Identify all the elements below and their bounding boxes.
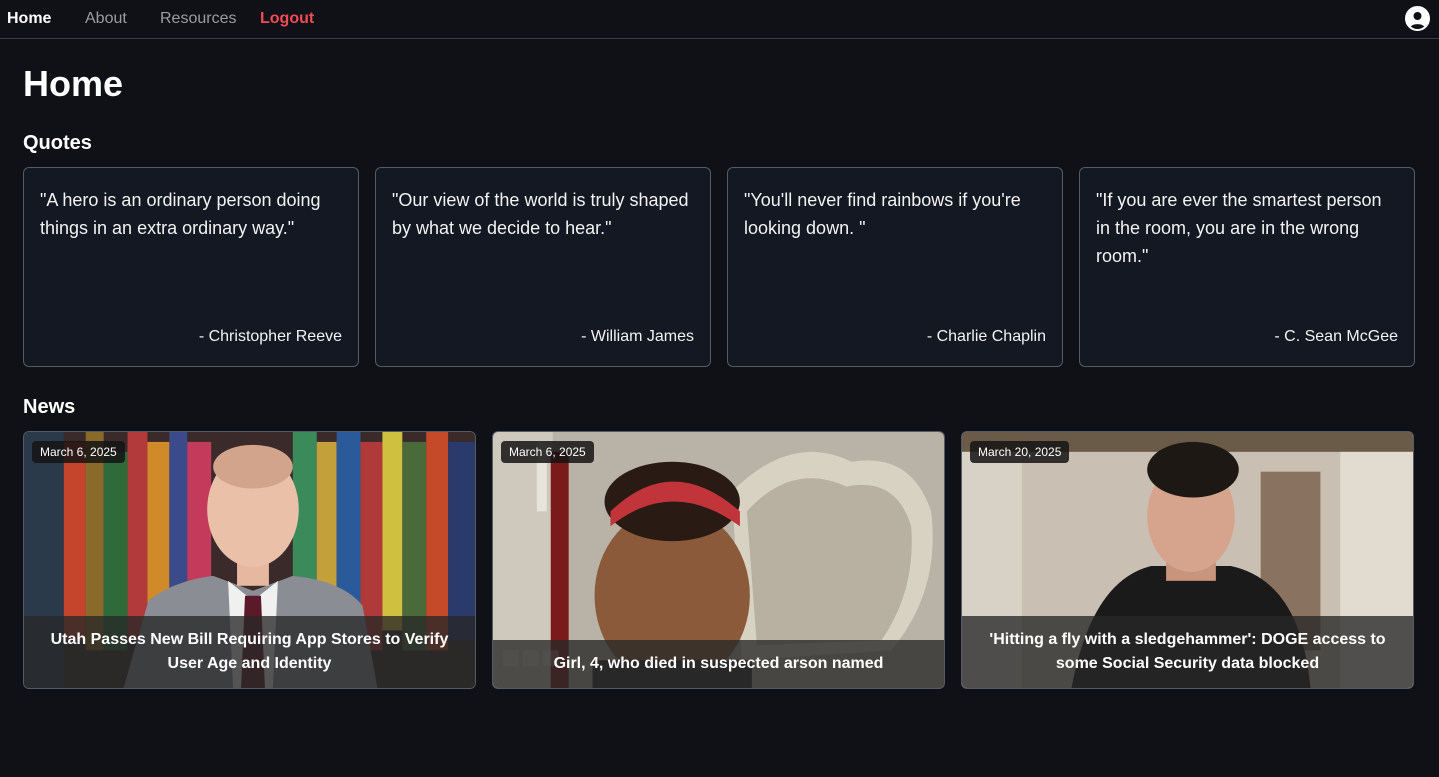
page-title: Home (23, 63, 124, 104)
quote-text: "A hero is an ordinary person doing thin… (40, 190, 321, 238)
nav-about-link[interactable]: About (85, 10, 127, 28)
quote-author: - C. Sean McGee (1274, 328, 1398, 345)
quote-author: - Charlie Chaplin (926, 328, 1046, 345)
quote-card: "A hero is an ordinary person doing thin… (23, 167, 359, 367)
news-card[interactable]: March 6, 2025 Girl, 4, who died in suspe… (492, 431, 945, 689)
quotes-heading: Quotes (23, 132, 92, 154)
quote-author: - William James (581, 328, 694, 345)
news-title[interactable]: Girl, 4, who died in suspected arson nam… (493, 640, 944, 688)
news-card[interactable]: March 6, 2025 Utah Passes New Bill Requi… (23, 431, 476, 689)
news-title[interactable]: 'Hitting a fly with a sledgehammer': DOG… (962, 616, 1413, 688)
quote-author: - Christopher Reeve (198, 328, 342, 345)
nav-logout-link[interactable]: Logout (260, 10, 314, 28)
news-date-badge: March 6, 2025 (32, 441, 125, 463)
news-heading: News (23, 396, 76, 418)
quote-text: "You'll never find rainbows if you're lo… (744, 190, 1021, 238)
quote-card: "You'll never find rainbows if you're lo… (727, 167, 1063, 367)
news-card[interactable]: March 20, 2025 'Hitting a fly with a sle… (961, 431, 1414, 689)
news-title[interactable]: Utah Passes New Bill Requiring App Store… (24, 616, 475, 688)
nav-home-link[interactable]: Home (7, 10, 51, 28)
top-navbar: Home About Resources Logout (0, 0, 1439, 39)
user-circle-icon[interactable] (1405, 6, 1430, 31)
quote-text: "If you are ever the smartest person in … (1096, 190, 1382, 266)
quote-card: "Our view of the world is truly shaped b… (375, 167, 711, 367)
quote-card: "If you are ever the smartest person in … (1079, 167, 1415, 367)
news-date-badge: March 20, 2025 (970, 441, 1070, 463)
nav-resources-link[interactable]: Resources (160, 10, 236, 28)
quote-text: "Our view of the world is truly shaped b… (392, 190, 689, 238)
news-date-badge: March 6, 2025 (501, 441, 594, 463)
